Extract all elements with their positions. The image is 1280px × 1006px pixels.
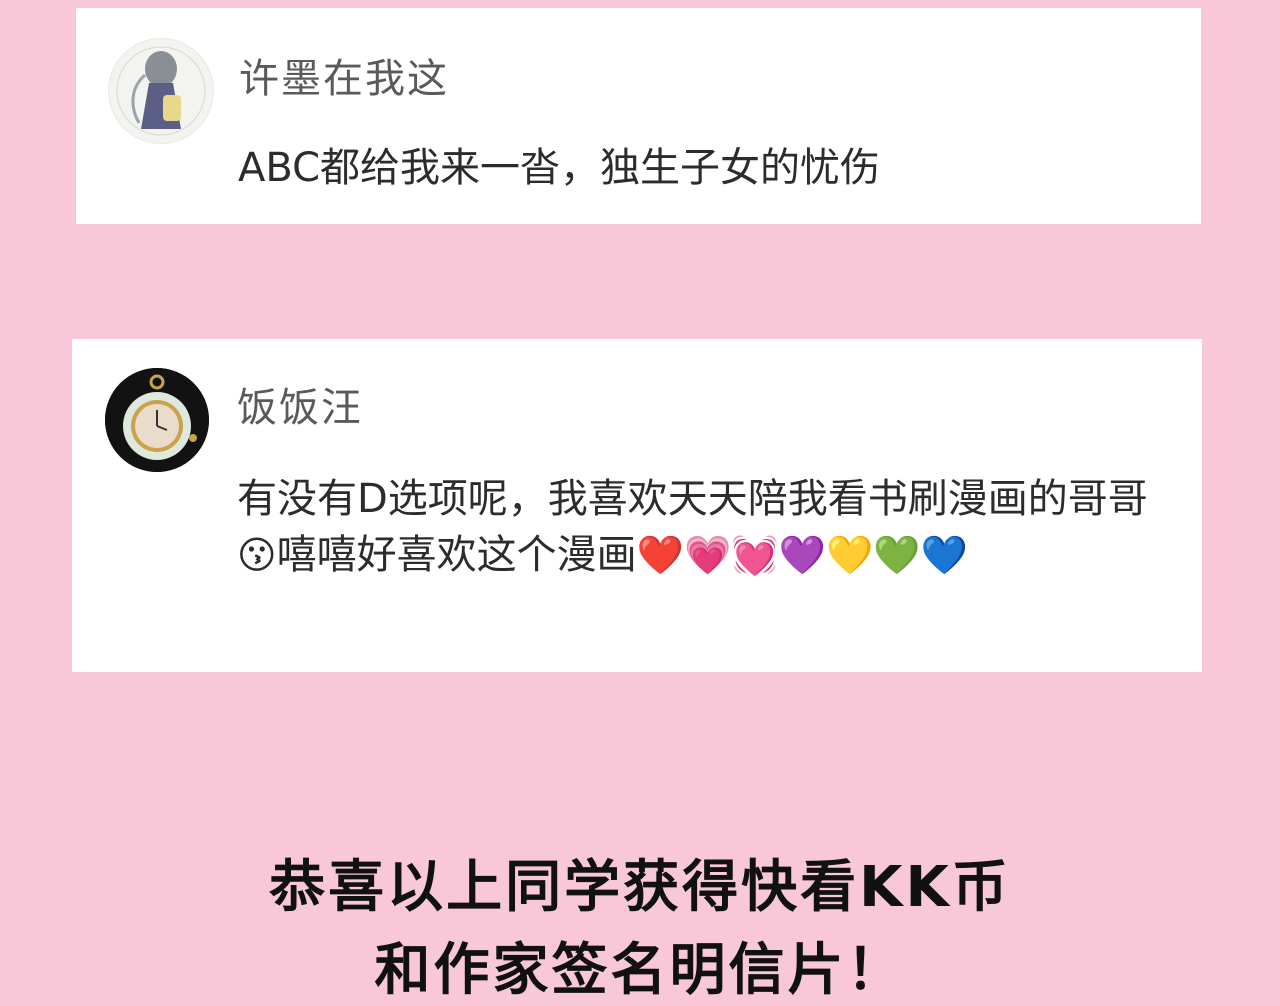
comment-text-part: 嘻嘻好喜欢这个漫画 [276,532,637,578]
avatar[interactable] [105,368,209,472]
yellow-heart-icon: 💛 [825,533,874,577]
avatar[interactable] [108,38,214,144]
blue-heart-icon: 💙 [920,533,968,577]
kiss-emoji-icon: 😗 [237,533,277,577]
announcement-line: 和作家签名明信片！ [374,938,906,1003]
comment-card: 许墨在我这 ABC都给我来一沓，独生子女的忧伤 [76,8,1201,224]
growing-heart-icon: 💗 [683,533,732,577]
announcement-line: 恭喜以上同学获得快看KK币 [269,855,1011,920]
beating-heart-icon: 💓 [731,533,779,577]
username[interactable]: 许墨在我这 [239,46,449,104]
green-heart-icon: 💚 [873,533,921,577]
purple-heart-icon: 💜 [778,533,826,577]
username[interactable]: 饭饭汪 [237,375,363,433]
red-heart-icon: ❤️ [636,533,684,577]
comment-card: 饭饭汪 有没有D选项呢，我喜欢天天陪我看书刷漫画的哥哥 😗嘻嘻好喜欢这个漫画❤️💗… [72,339,1202,672]
pocket-watch-icon [105,368,209,472]
comment-text: 有没有D选项呢，我喜欢天天陪我看书刷漫画的哥哥 😗嘻嘻好喜欢这个漫画❤️💗💓💜💛💚… [237,471,1182,583]
comment-text: ABC都给我来一沓，独生子女的忧伤 [238,145,881,191]
avatar-illustration-icon [109,39,213,143]
comment-text-part: 有没有D选项呢，我喜欢天天陪我看书刷漫画的哥哥 [237,476,1148,522]
